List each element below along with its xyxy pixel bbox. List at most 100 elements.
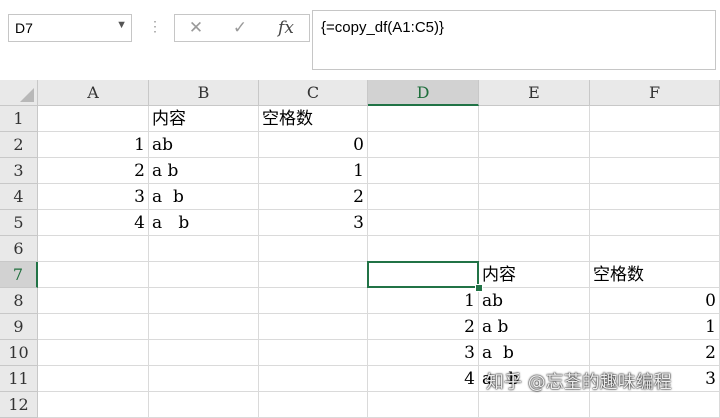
cell-d5[interactable] [368,210,479,236]
row-header-1[interactable]: 1 [0,106,38,132]
column-header-d[interactable]: D [368,80,479,106]
cell-f10[interactable]: 2 [590,340,720,366]
row-header-9[interactable]: 9 [0,314,38,340]
cell-e10[interactable]: a b [479,340,590,366]
cell-f12[interactable] [590,392,720,418]
cell-d10[interactable]: 3 [368,340,479,366]
cell-f1[interactable] [590,106,720,132]
row-header-10[interactable]: 10 [0,340,38,366]
cell-c12[interactable] [259,392,368,418]
cell-b1[interactable]: 内容 [149,106,259,132]
column-header-a[interactable]: A [38,80,149,106]
cell-d1[interactable] [368,106,479,132]
cell-c11[interactable] [259,366,368,392]
row-header-2[interactable]: 2 [0,132,38,158]
cell-b7[interactable] [149,262,259,288]
cell-f7[interactable]: 空格数 [590,262,720,288]
cell-a2[interactable]: 1 [38,132,149,158]
cell-e9[interactable]: a b [479,314,590,340]
cell-d4[interactable] [368,184,479,210]
cell-d12[interactable] [368,392,479,418]
cell-f8[interactable]: 0 [590,288,720,314]
row-header-7[interactable]: 7 [0,262,38,288]
cell-f6[interactable] [590,236,720,262]
cell-e8[interactable]: ab [479,288,590,314]
name-box[interactable]: D7 ▼ [8,14,132,42]
cell-e6[interactable] [479,236,590,262]
formula-toolbar: D7 ▼ ⋮ ✕ ✓ fx {=copy_df(A1:C5)} [0,0,720,81]
cell-d7[interactable] [368,262,479,288]
cell-e2[interactable] [479,132,590,158]
cell-f4[interactable] [590,184,720,210]
cell-b2[interactable]: ab [149,132,259,158]
row-header-5[interactable]: 5 [0,210,38,236]
cell-d8[interactable]: 1 [368,288,479,314]
cell-c7[interactable] [259,262,368,288]
cell-b10[interactable] [149,340,259,366]
cell-c5[interactable]: 3 [259,210,368,236]
cell-c9[interactable] [259,314,368,340]
column-header-c[interactable]: C [259,80,368,106]
cell-a12[interactable] [38,392,149,418]
cell-d2[interactable] [368,132,479,158]
cell-b4[interactable]: a b [149,184,259,210]
cell-e5[interactable] [479,210,590,236]
row-header-12[interactable]: 12 [0,392,38,418]
select-all-icon [20,88,34,102]
cell-f5[interactable] [590,210,720,236]
cell-b6[interactable] [149,236,259,262]
cell-a11[interactable] [38,366,149,392]
row-header-6[interactable]: 6 [0,236,38,262]
cell-a4[interactable]: 3 [38,184,149,210]
cell-b5[interactable]: a b [149,210,259,236]
cell-c3[interactable]: 1 [259,158,368,184]
cell-f9[interactable]: 1 [590,314,720,340]
cell-c8[interactable] [259,288,368,314]
cell-d3[interactable] [368,158,479,184]
cell-d9[interactable]: 2 [368,314,479,340]
cell-c2[interactable]: 0 [259,132,368,158]
fill-handle[interactable] [475,284,483,292]
cell-b3[interactable]: a b [149,158,259,184]
cell-d6[interactable] [368,236,479,262]
cell-c1[interactable]: 空格数 [259,106,368,132]
column-header-b[interactable]: B [149,80,259,106]
cell-b8[interactable] [149,288,259,314]
cancel-icon[interactable]: ✕ [179,17,213,39]
cell-c10[interactable] [259,340,368,366]
cell-e4[interactable] [479,184,590,210]
select-all-button[interactable] [0,80,38,106]
cell-a5[interactable]: 4 [38,210,149,236]
formula-input[interactable]: {=copy_df(A1:C5)} [312,10,716,70]
cell-e12[interactable] [479,392,590,418]
cell-e1[interactable] [479,106,590,132]
cell-d11[interactable]: 4 [368,366,479,392]
cell-f2[interactable] [590,132,720,158]
cell-b12[interactable] [149,392,259,418]
cell-b11[interactable] [149,366,259,392]
cell-c4[interactable]: 2 [259,184,368,210]
cell-e3[interactable] [479,158,590,184]
cell-c6[interactable] [259,236,368,262]
cell-a7[interactable] [38,262,149,288]
cell-f3[interactable] [590,158,720,184]
row-header-8[interactable]: 8 [0,288,38,314]
cell-a10[interactable] [38,340,149,366]
row-header-11[interactable]: 11 [0,366,38,392]
chevron-down-icon[interactable]: ▼ [116,19,127,31]
spreadsheet-grid: A B C D E F 1 内容 空格数 2 1 ab 0 3 2 a b143a b254a b 3 6 7 内容空… [0,80,720,418]
cell-b9[interactable] [149,314,259,340]
column-header-e[interactable]: E [479,80,590,106]
cell-a3[interactable]: 2 [38,158,149,184]
name-box-value: D7 [15,20,33,36]
insert-function-icon[interactable]: fx [269,17,303,39]
column-header-f[interactable]: F [590,80,720,106]
cell-a8[interactable] [38,288,149,314]
cell-a1[interactable] [38,106,149,132]
cell-a9[interactable] [38,314,149,340]
cell-a6[interactable] [38,236,149,262]
cell-e7[interactable]: 内容 [479,262,590,288]
enter-icon[interactable]: ✓ [223,17,257,39]
row-header-4[interactable]: 4 [0,184,38,210]
row-header-3[interactable]: 3 [0,158,38,184]
